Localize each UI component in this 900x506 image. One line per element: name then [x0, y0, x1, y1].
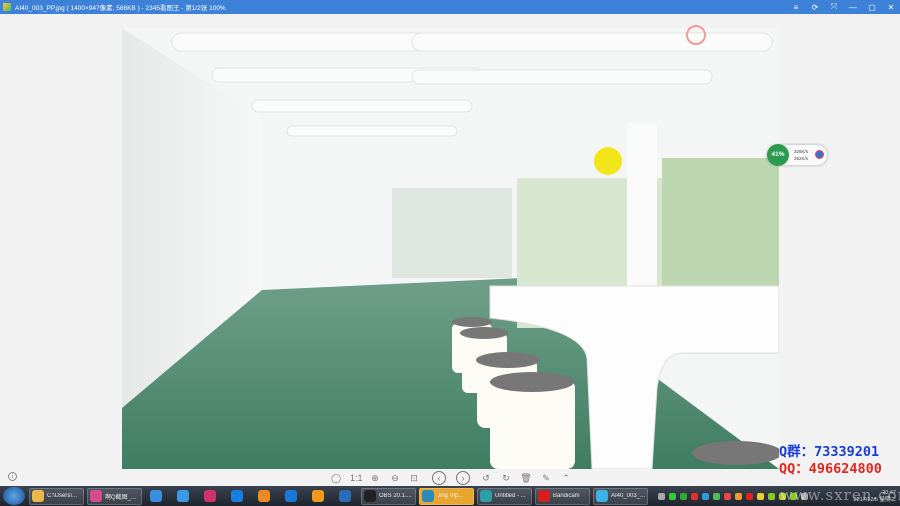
qq-text: QQ：496624800 [779, 461, 882, 477]
network-speed-widget[interactable]: 41% 326K/s 352K/s [767, 144, 827, 166]
taskbar: C:\Users\... 啊Q截图_... OBS 20.1.... Jing Vip… [0, 486, 900, 506]
taskbar-item[interactable]: C:\Users\... [29, 487, 84, 505]
actual-size-icon[interactable]: 1:1 [350, 472, 363, 484]
more-icon[interactable]: ⌃ [560, 472, 572, 484]
taskbar-item-label: Bandicam [553, 493, 580, 499]
tray-icon[interactable] [746, 492, 753, 500]
memory-percent: 41% [767, 144, 789, 166]
clock-date: 2017/12/5 星期二 [853, 497, 897, 503]
taskbar-item[interactable] [199, 488, 223, 505]
taskbar-item[interactable]: Untitled - ... [477, 487, 532, 505]
app-icon [90, 490, 102, 502]
taskbar-item-label: AI40_003_... [611, 493, 646, 499]
app-icon [32, 490, 44, 502]
window-title: AI40_003_PP.jpg ( 1400×947像素, 586KB ) - … [15, 5, 226, 12]
app-icon [203, 490, 216, 502]
next-icon[interactable]: › [456, 471, 470, 485]
taskbar-item[interactable] [226, 488, 250, 505]
tray-icon[interactable] [724, 492, 731, 500]
start-button[interactable] [3, 487, 25, 505]
taskbar-item[interactable] [172, 488, 196, 505]
tray-icon[interactable] [757, 492, 764, 500]
taskbar-item[interactable]: Bandicam [535, 487, 590, 505]
tray-icon[interactable] [801, 492, 808, 500]
app-icon [480, 490, 492, 502]
clock[interactable]: 20:47 2017/12/5 星期二 [854, 490, 897, 504]
menu-button[interactable]: ≡ [791, 3, 801, 12]
taskbar-item[interactable]: 啊Q截图_... [87, 487, 142, 505]
taskbar-item[interactable] [253, 488, 277, 505]
tray-icon[interactable] [713, 492, 720, 500]
edit-icon[interactable]: ✎ [540, 472, 552, 484]
title-bar: AI40_003_PP.jpg ( 1400×947像素, 586KB ) - … [0, 0, 900, 14]
zoom-out-icon[interactable]: ⊖ [389, 472, 401, 484]
app-icon [364, 490, 376, 502]
click-indicator [686, 25, 706, 45]
app-icon [311, 490, 324, 502]
taskbar-item[interactable]: OBS 20.1.... [361, 487, 416, 505]
taskbar-item[interactable] [280, 488, 304, 505]
app-icon [149, 490, 162, 502]
taskbar-item[interactable]: Jing Vip... [419, 487, 474, 505]
app-icon [338, 490, 351, 502]
cursor-highlight [594, 147, 622, 175]
previous-icon[interactable]: ‹ [432, 471, 446, 485]
app-icon [284, 490, 297, 502]
taskbar-item-label: Jing Vip... [437, 493, 464, 499]
close-button[interactable]: ✕ [886, 3, 896, 12]
displayed-image[interactable] [122, 28, 779, 469]
maximize-button[interactable]: ▢ [867, 3, 877, 12]
app-icon [422, 490, 434, 502]
rotate-left-icon[interactable]: ↺ [480, 472, 492, 484]
clock-time: 20:47 [882, 490, 896, 496]
fit-screen-icon[interactable]: ⊡ [408, 472, 420, 484]
download-speed: 352K/s [794, 156, 809, 161]
minimize-button[interactable]: — [848, 3, 858, 12]
upload-speed: 326K/s [794, 149, 809, 154]
delete-icon[interactable]: 🗑 [520, 472, 532, 484]
app-icon [596, 490, 608, 502]
taskbar-item-label: 啊Q截图_... [105, 494, 137, 501]
contact-overlay: Q群：73339201 QQ：496624800 [779, 444, 882, 478]
taskbar-item-label: OBS 20.1.... [379, 493, 412, 499]
mouse-icon[interactable]: ◯ [330, 472, 342, 484]
viewer-toolbar: ◯ 1:1 ⊕ ⊖ ⊡ ‹ › ↺ ↻ 🗑 ✎ ⌃ [0, 470, 900, 486]
app-icon [3, 3, 11, 11]
rotate-right-icon[interactable]: ↻ [500, 472, 512, 484]
fullscreen-button[interactable]: ⤧ [829, 2, 839, 12]
taskbar-item-label: Untitled - ... [495, 493, 526, 499]
tray-icon[interactable] [768, 492, 775, 500]
tray-icon[interactable] [702, 492, 709, 500]
tray-icon[interactable] [680, 492, 687, 500]
skin-button[interactable]: ⟳ [810, 3, 820, 12]
tray-icon[interactable] [735, 492, 742, 500]
zoom-in-icon[interactable]: ⊕ [369, 472, 381, 484]
taskbar-item[interactable]: AI40_003_... [593, 487, 648, 505]
app-icon [538, 490, 550, 502]
accelerate-icon [815, 150, 824, 159]
taskbar-item-label: C:\Users\... [47, 493, 78, 499]
tray-icon[interactable] [790, 492, 797, 500]
qq-group-text: Q群：73339201 [779, 444, 880, 460]
taskbar-item[interactable] [334, 488, 358, 505]
tray-icon[interactable] [691, 492, 698, 500]
app-icon [257, 490, 270, 502]
app-icon [230, 490, 243, 502]
taskbar-item[interactable] [145, 488, 169, 505]
taskbar-item[interactable] [307, 488, 331, 505]
tray-icon[interactable] [658, 492, 665, 500]
tray-icon[interactable] [669, 492, 676, 500]
app-icon [176, 490, 189, 502]
tray-icon[interactable] [779, 492, 786, 500]
